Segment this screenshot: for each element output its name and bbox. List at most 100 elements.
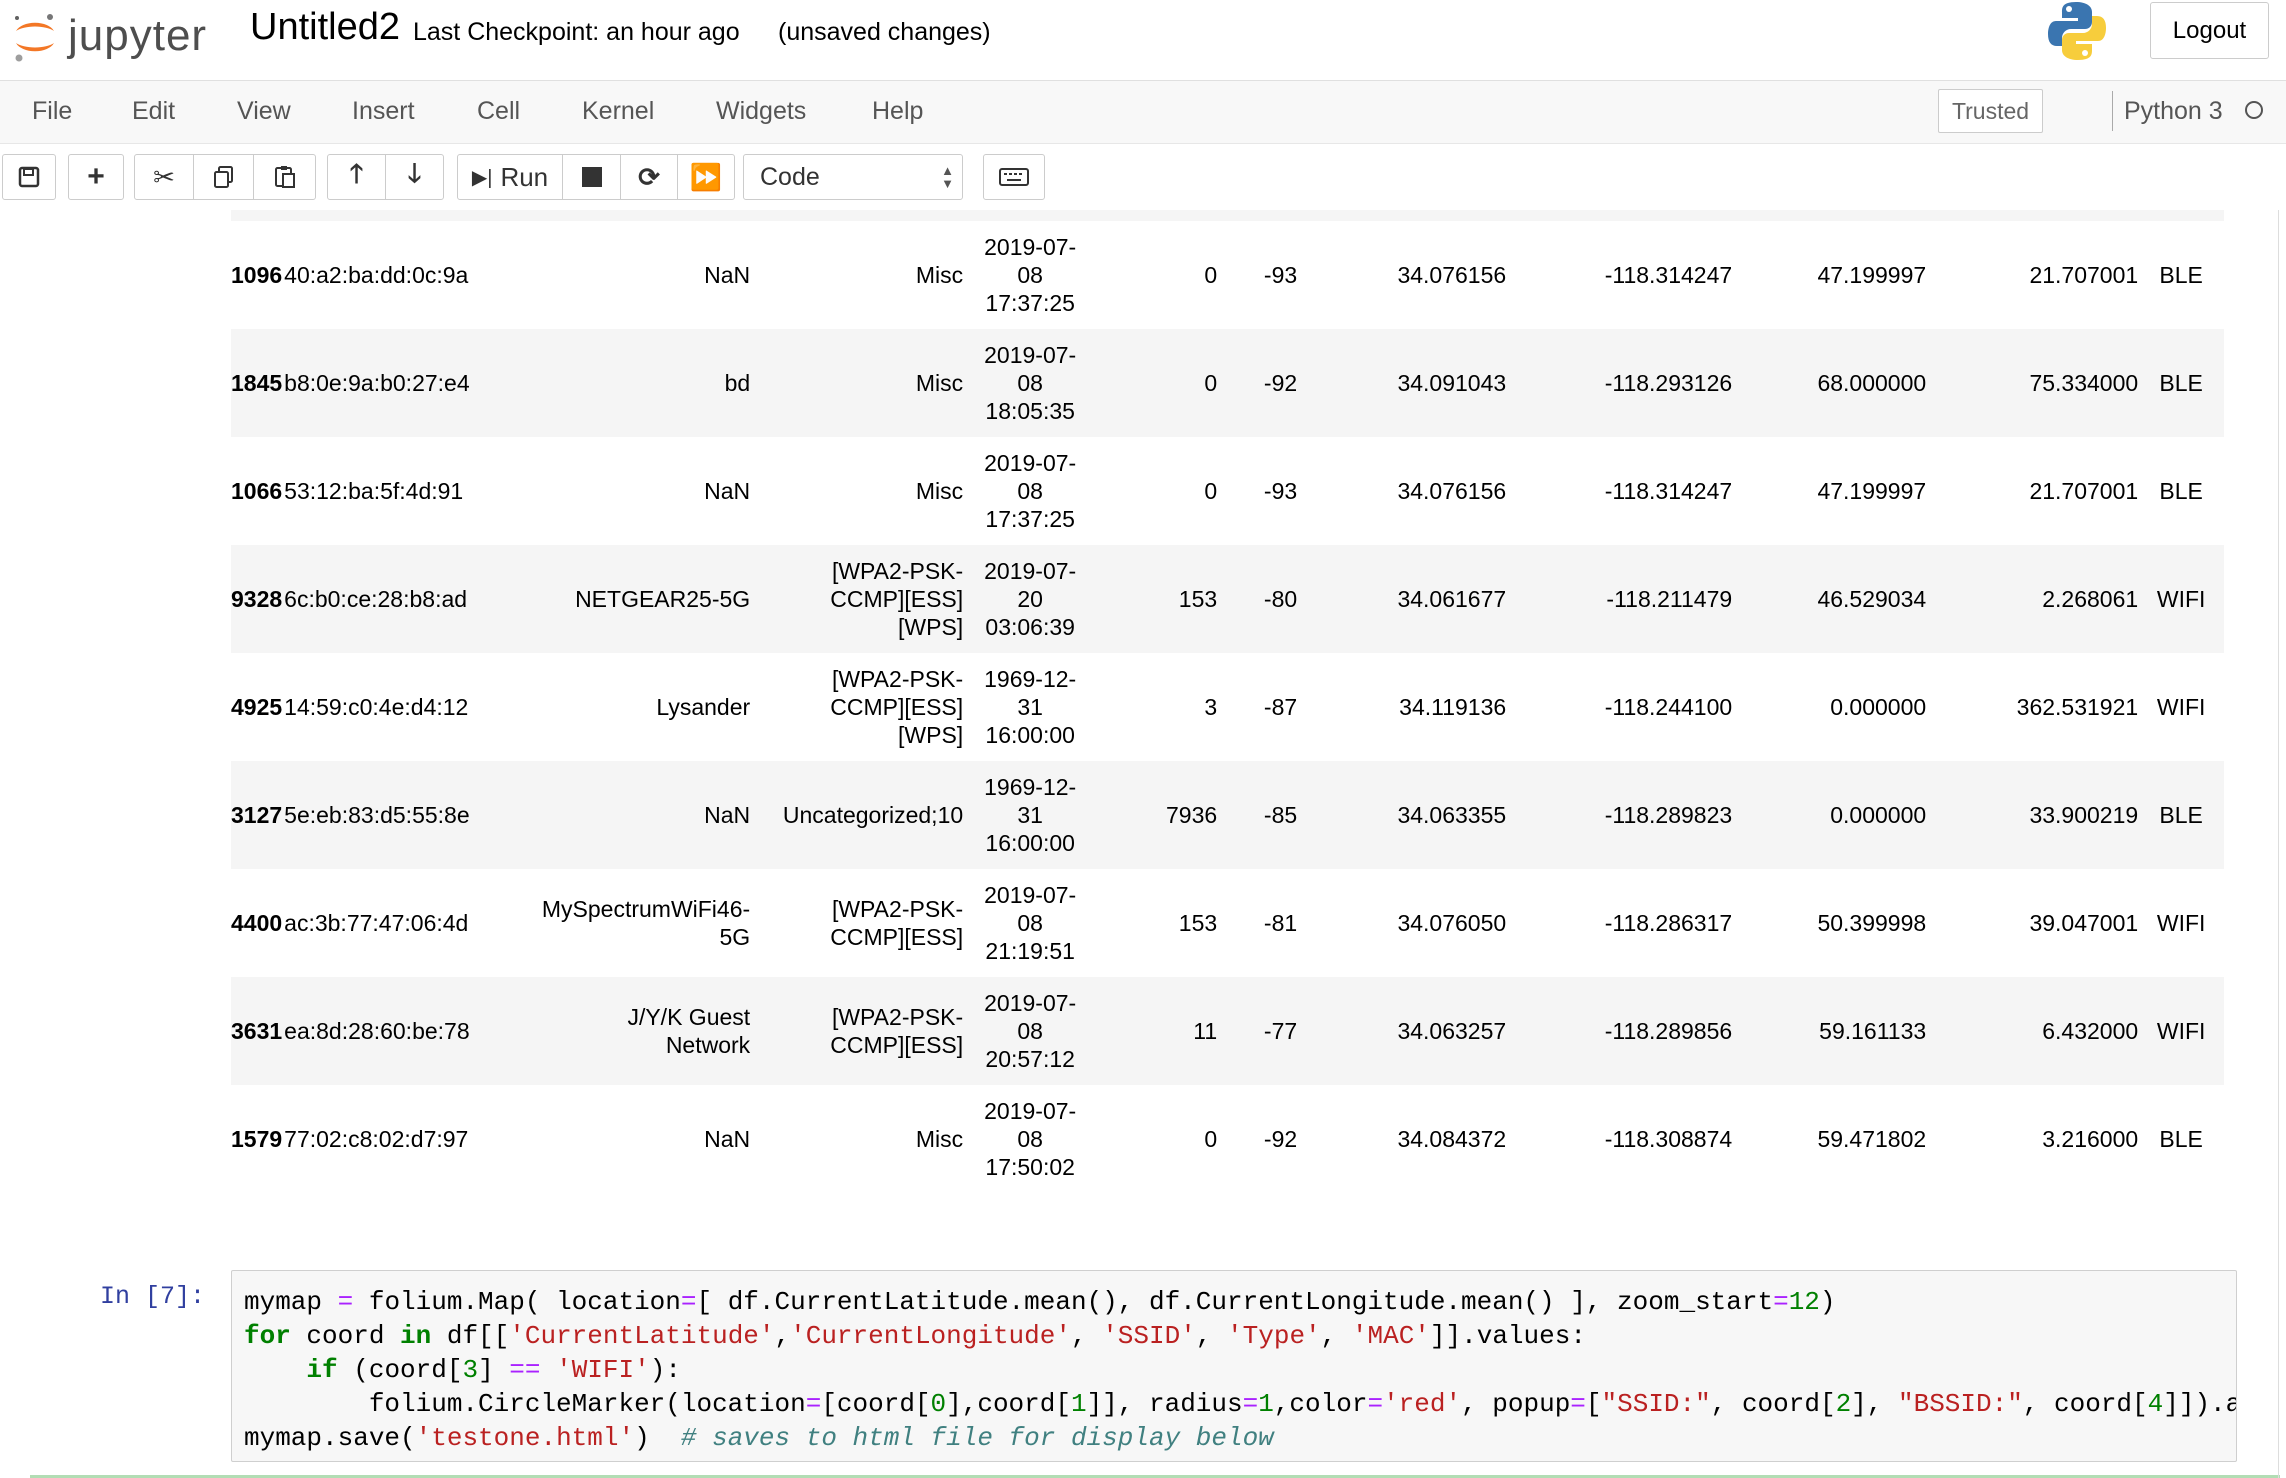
kernel-name[interactable]: Python 3 xyxy=(2124,97,2223,126)
cell-mac: 77:02:c8:02:d7:97 xyxy=(284,1126,469,1152)
cell-timestamp: 2019-07- 08 17:37:25 xyxy=(963,221,1097,329)
paste-icon xyxy=(274,166,295,188)
cell-latitude: 34.063355 xyxy=(1297,761,1507,869)
header: jupyter Untitled2 Last Checkpoint: an ho… xyxy=(0,0,2286,81)
timestamp-part: 2019-07- xyxy=(984,882,1077,908)
cell-network-type: BLE xyxy=(2138,761,2225,869)
timestamp-part: 08 xyxy=(1017,370,1043,396)
save-button[interactable] xyxy=(2,154,56,200)
plus-icon: + xyxy=(87,160,105,193)
restart-run-all-button[interactable]: ⏩ xyxy=(677,154,735,200)
cell-rssi: -80 xyxy=(1217,545,1298,653)
menu-insert[interactable]: Insert xyxy=(352,97,415,126)
logout-button[interactable]: Logout xyxy=(2150,2,2269,59)
cell-longitude: -118.314247 xyxy=(1604,478,1733,504)
menu-view[interactable]: View xyxy=(237,97,291,126)
step-forward-icon: ▶| xyxy=(471,166,493,189)
timestamp-part: 08 xyxy=(1017,1126,1043,1152)
cut-button[interactable]: ✂ xyxy=(134,154,194,200)
run-button[interactable]: ▶| Run xyxy=(457,154,563,200)
cell-latitude: 34.076156 xyxy=(1397,478,1507,504)
cell-accuracy: 6.432000 xyxy=(1926,977,2139,1085)
notebook-container[interactable]: 00:01:27 109640:a2:ba:dd:0c:9aNaNMisc201… xyxy=(0,210,2286,1478)
notebook-title[interactable]: Untitled2 xyxy=(250,6,400,49)
wrapped-line: [WPA2-PSK- xyxy=(831,558,964,584)
menu-edit[interactable]: Edit xyxy=(132,97,175,126)
command-palette-button[interactable] xyxy=(983,154,1045,200)
cell-rssi: -77 xyxy=(1217,977,1298,1085)
cell-type: Misc xyxy=(750,329,964,437)
cell-longitude: -118.211479 xyxy=(1506,545,1733,653)
cell-channel: 153 xyxy=(1097,545,1218,653)
table-row-partial: 00:01:27 xyxy=(231,210,2225,221)
cell-type: [WPA2-PSK- CCMP][ESS] [WPS] xyxy=(750,545,964,653)
copy-icon xyxy=(213,166,233,188)
timestamp-part: 17:37:25 xyxy=(985,290,1075,316)
jupyter-logo[interactable]: jupyter xyxy=(10,6,207,66)
cell-ssid: Lysander xyxy=(656,694,751,720)
timestamp-part: 03:06:39 xyxy=(985,614,1075,640)
menubar: File Edit View Insert Cell Kernel Widget… xyxy=(0,81,2286,144)
table-row: 9328 6c:b0:ce:28:b8:ad NETGEAR25-5G [WPA2-P… xyxy=(231,545,2225,653)
cell-latitude: 34.084372 xyxy=(1397,1126,1507,1152)
table-row: 3631 ea:8d:28:60:be:78 J/Y/K Guest Network[… xyxy=(231,977,2225,1085)
cell-type: Misc xyxy=(915,262,964,288)
cell-type: Misc xyxy=(915,478,964,504)
table-row: 4400 ac:3b:77:47:06:4d MySpectrumWiFi46- 5G… xyxy=(231,869,2224,977)
cell-mac: 6c:b0:ce:28:b8:ad xyxy=(282,545,503,653)
python-logo-icon xyxy=(2048,0,2106,62)
interrupt-kernel-button[interactable] xyxy=(562,154,621,200)
cell-longitude: -118.289823 xyxy=(1506,761,1733,869)
cell-ssid: J/Y/K Guest Network xyxy=(502,977,751,1085)
save-icon xyxy=(18,166,40,188)
table-row: 1845 b8:0e:9a:b0:27:e4 bd Misc 2019-07- 08 18:… xyxy=(231,329,2225,437)
insert-cell-button[interactable]: + xyxy=(68,154,124,200)
restart-kernel-button[interactable]: ⟳ xyxy=(620,154,678,200)
cell-altitude: 68.000000 xyxy=(1732,329,1927,437)
move-up-button[interactable]: 🡑 xyxy=(327,154,386,200)
trusted-indicator[interactable]: Trusted xyxy=(1938,89,2043,133)
move-down-button[interactable]: 🡓 xyxy=(385,154,444,200)
table-row: 1066 53:12:ba:5f:4d:91 NaN Misc 2019-07- 08 17… xyxy=(231,437,2224,545)
timestamp-part: 31 xyxy=(1017,802,1043,828)
timestamp-part: 17:50:02 xyxy=(985,1154,1075,1180)
cell-type: Misc xyxy=(915,1126,964,1152)
menu-widgets[interactable]: Widgets xyxy=(716,97,806,126)
cell-network-type: BLE xyxy=(2159,262,2203,288)
menu-kernel[interactable]: Kernel xyxy=(582,97,654,126)
arrow-up-icon: 🡑 xyxy=(349,158,364,188)
cell-network-type: BLE xyxy=(2159,478,2203,504)
cell-accuracy: 33.900219 xyxy=(1926,761,2139,869)
timestamp-part: 17:37:25 xyxy=(985,506,1075,532)
cell-rssi: -92 xyxy=(1217,329,1298,437)
cell-channel: 7936 xyxy=(1097,761,1218,869)
menu-file[interactable]: File xyxy=(32,97,72,126)
timestamp-part: 20:57:12 xyxy=(985,1046,1075,1072)
cell-ssid: NaN xyxy=(704,262,751,288)
cell-timestamp: 2019-07- 08 17:50:02 xyxy=(963,1085,1097,1193)
copy-button[interactable] xyxy=(193,154,254,200)
cell-channel: 11 xyxy=(1097,977,1218,1085)
timestamp-part: 2019-07- xyxy=(984,234,1077,260)
timestamp-part: 20 xyxy=(1017,586,1043,612)
cell-rssi: -93 xyxy=(1263,262,1298,288)
timestamp-part: 08 xyxy=(1017,1018,1043,1044)
timestamp-part: 2019-07- xyxy=(984,342,1077,368)
cell-channel: 153 xyxy=(1178,910,1218,936)
input-prompt: In [7]: xyxy=(100,1282,206,1311)
cell-type-select[interactable]: Code ▲ ▼ xyxy=(743,154,963,200)
cell-altitude: 50.399998 xyxy=(1817,910,1927,936)
menu-cell[interactable]: Cell xyxy=(477,97,520,126)
cell-timestamp: 2019-07- 08 17:37:25 xyxy=(963,437,1097,545)
code-text[interactable]: mymap = folium.Map( location=[ df.Curren… xyxy=(232,1271,2236,1455)
cell-rssi: -85 xyxy=(1217,761,1298,869)
cell-longitude: -118.293126 xyxy=(1506,329,1733,437)
cell-network-type: WIFI xyxy=(2156,910,2206,936)
paste-button[interactable] xyxy=(253,154,316,200)
cell-network-type: WIFI xyxy=(2156,694,2206,720)
arrow-down-icon: 🡓 xyxy=(407,158,422,188)
cell-ssid: NETGEAR25-5G xyxy=(502,545,751,653)
cell-timestamp: 00:01:27 xyxy=(963,210,1098,221)
menu-help[interactable]: Help xyxy=(872,97,923,126)
code-cell-editor[interactable]: mymap = folium.Map( location=[ df.Curren… xyxy=(231,1270,2237,1462)
